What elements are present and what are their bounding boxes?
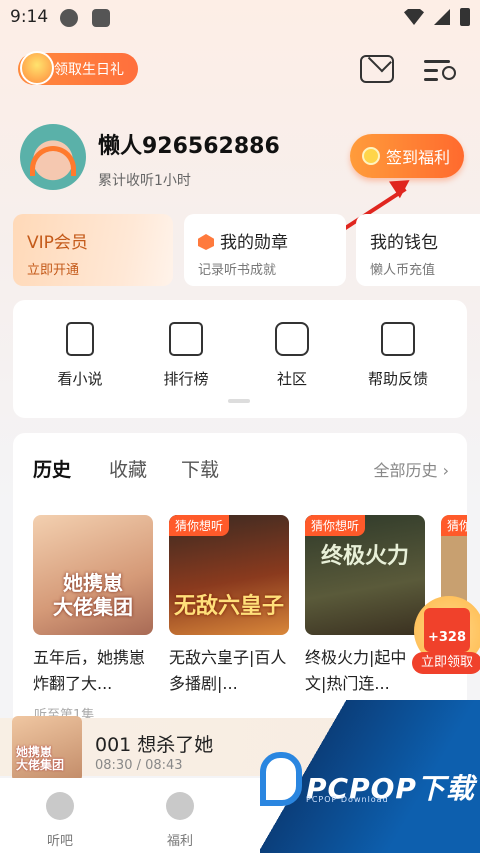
quick-action-label: 看小说	[57, 370, 103, 388]
player-title: 001 想杀了她	[95, 734, 214, 756]
nav-listen[interactable]: 听吧	[20, 792, 100, 849]
medal-card[interactable]: 我的勋章 记录听书成就	[184, 214, 346, 286]
quick-action-community[interactable]: 社区	[252, 322, 332, 389]
username[interactable]: 懒人926562886	[98, 128, 280, 160]
gift-icon	[166, 792, 194, 820]
wallet-card[interactable]: 我的钱包 懒人币充值	[356, 214, 480, 286]
quick-action-label: 社区	[276, 370, 307, 388]
chat-icon	[275, 322, 309, 356]
listen-icon	[46, 792, 74, 820]
wallet-title: 我的钱包	[370, 233, 438, 253]
cover-art-text: 终极火力	[320, 544, 409, 569]
book-cover: 猜你想听 无敌六皇子	[169, 515, 289, 635]
quick-action-novel[interactable]: 看小说	[40, 322, 120, 389]
book-title: 终极火力|起中文|热门连...	[305, 648, 407, 693]
history-section: 历史 收藏 下载 全部历史 › 她携崽 大佬集团 五年后，她携崽炸翻了大... …	[13, 433, 467, 723]
mail-icon[interactable]	[360, 55, 394, 83]
watermark-subtext: PCPOP Download	[306, 795, 389, 804]
medal-icon	[198, 234, 214, 250]
vip-subtitle: 立即开通	[27, 263, 80, 278]
player-time: 08:30 / 08:43	[95, 758, 183, 773]
watermark-logo	[260, 752, 302, 806]
history-book[interactable]: 她携崽 大佬集团 五年后，她携崽炸翻了大...	[33, 515, 153, 697]
status-time: 9:14	[10, 7, 49, 27]
recommend-tag: 猜你想听	[169, 515, 230, 536]
player-cover-text: 她携崽 大佬集团	[16, 745, 65, 772]
birthday-gift-button[interactable]: 领取生日礼	[18, 51, 138, 85]
settings-icon[interactable]	[424, 58, 458, 84]
quick-action-help[interactable]: 帮助反馈	[358, 322, 438, 389]
quick-action-label: 排行榜	[163, 370, 209, 388]
medal-title: 我的勋章	[220, 233, 288, 253]
tab-favorites[interactable]: 收藏	[109, 455, 147, 482]
red-packet-widget[interactable]: +328 立即领取	[412, 596, 480, 678]
chart-icon	[169, 322, 203, 356]
red-packet-claim-button[interactable]: 立即领取	[412, 652, 480, 674]
nav-label: 福利	[166, 834, 193, 849]
history-book[interactable]: 猜你想听 无敌六皇子 无敌六皇子|百人多播剧|...	[169, 515, 289, 697]
nav-welfare[interactable]: 福利	[140, 792, 220, 849]
notification-icon	[60, 9, 78, 27]
red-packet-amount: +328	[424, 608, 470, 652]
quick-action-ranking[interactable]: 排行榜	[146, 322, 226, 389]
page-indicator	[228, 399, 250, 403]
chevron-right-icon: ›	[442, 461, 449, 480]
listen-time: 累计收听1小时	[98, 173, 191, 189]
tab-downloads[interactable]: 下载	[181, 455, 219, 482]
book-cover: 她携崽 大佬集团	[33, 515, 153, 635]
battery-icon	[460, 8, 470, 26]
player-cover: 她携崽 大佬集团	[12, 716, 82, 782]
wifi-icon	[404, 9, 424, 25]
tab-history[interactable]: 历史	[33, 455, 71, 482]
checkin-button[interactable]: 签到福利	[350, 134, 464, 178]
avatar[interactable]	[20, 124, 86, 190]
medal-subtitle: 记录听书成就	[198, 263, 277, 278]
signal-icon	[434, 9, 450, 25]
vip-title: VIP会员	[27, 233, 88, 253]
wallet-subtitle: 懒人币充值	[370, 263, 436, 278]
vip-card[interactable]: VIP会员 立即开通	[13, 214, 173, 286]
headphone-icon	[30, 146, 76, 176]
status-bar: 9:14	[0, 0, 480, 36]
nav-label: 听吧	[46, 834, 73, 849]
birthday-label: 领取生日礼	[54, 62, 124, 78]
book-cover: 猜你想听 终极火力	[305, 515, 425, 635]
cover-art-text: 她携崽 大佬集团	[53, 571, 133, 619]
history-book[interactable]: 猜你想听 终极火力 终极火力|起中文|热门连...	[305, 515, 425, 697]
recommend-tag: 猜你想听	[305, 515, 366, 536]
book-icon	[66, 322, 94, 356]
all-history-link[interactable]: 全部历史 ›	[373, 457, 449, 481]
checkin-label: 签到福利	[386, 148, 451, 167]
cake-icon	[20, 51, 54, 85]
book-title: 五年后，她携崽炸翻了大...	[33, 648, 146, 693]
all-history-label: 全部历史	[373, 461, 438, 480]
cover-art-text: 无敌六皇子	[173, 594, 284, 619]
coin-icon	[362, 147, 380, 165]
app-notification-icon	[92, 9, 110, 27]
recommend-tag: 猜你	[441, 515, 467, 536]
quick-action-label: 帮助反馈	[367, 370, 428, 388]
book-title: 无敌六皇子|百人多播剧|...	[169, 648, 287, 693]
status-indicators	[404, 8, 470, 26]
edit-icon	[381, 322, 415, 356]
